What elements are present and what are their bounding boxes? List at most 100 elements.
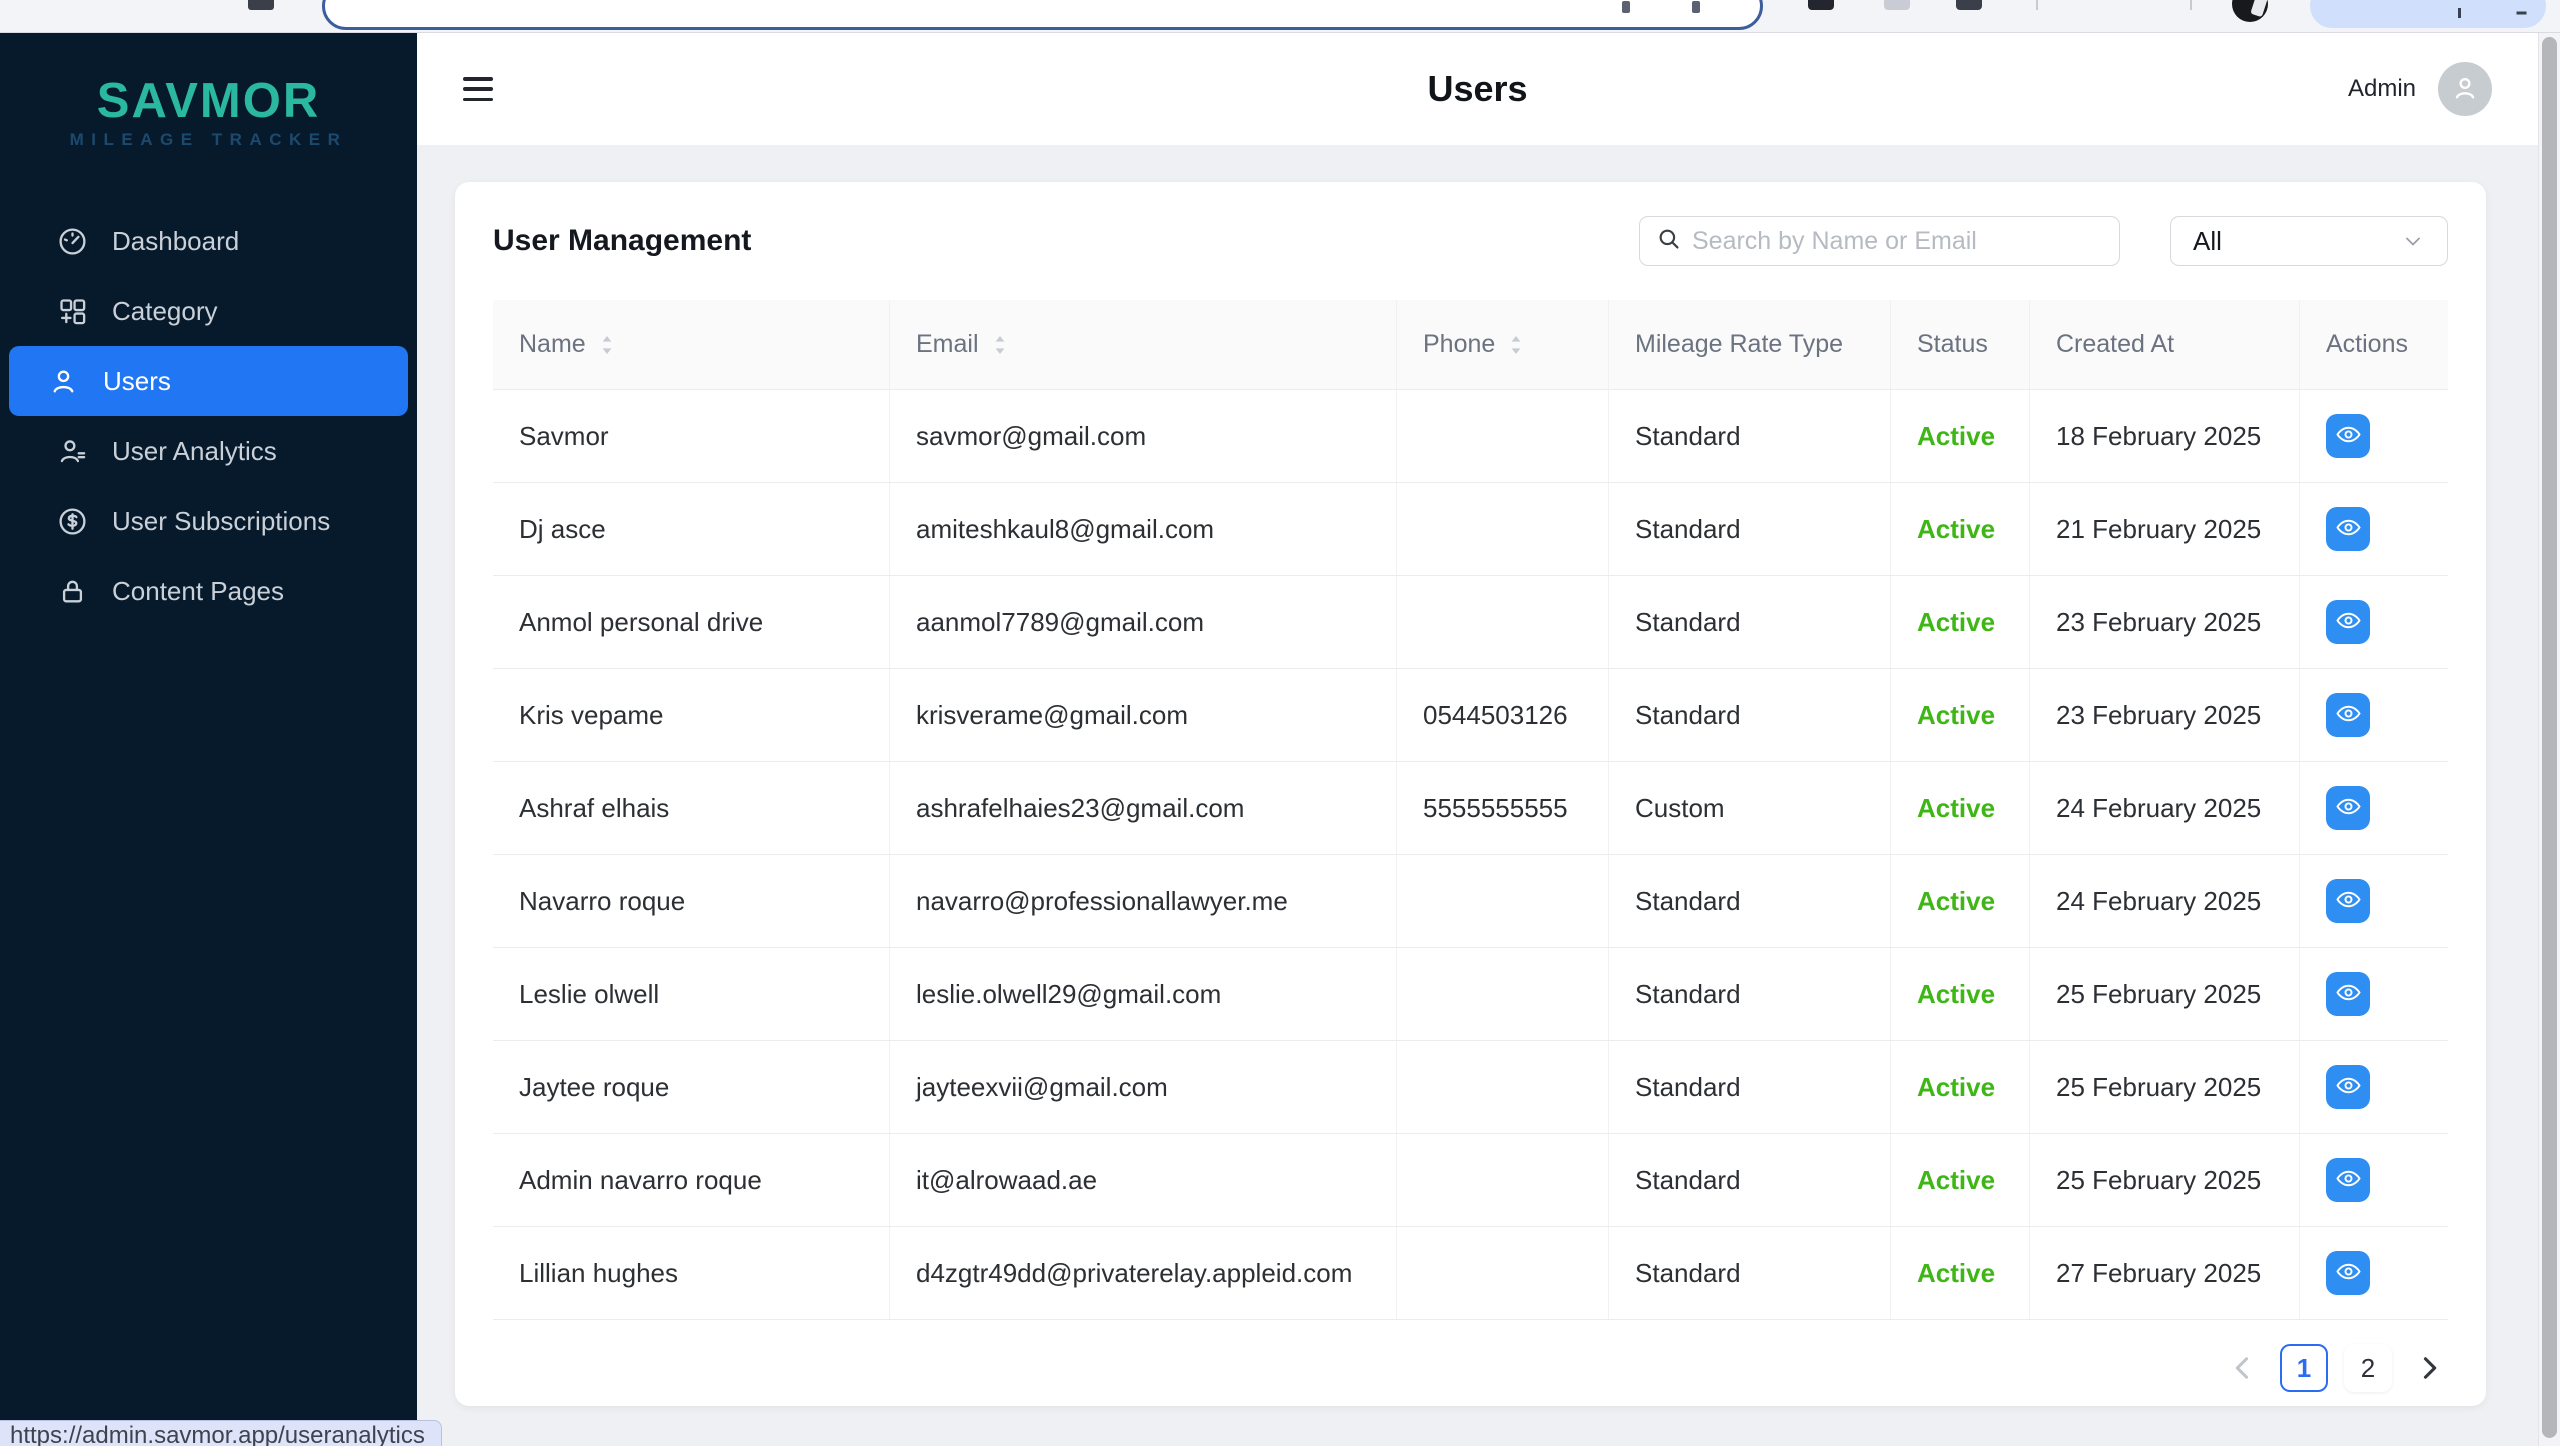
- table-row: Admin navarro roque it@alrowaad.ae Stand…: [493, 1134, 2448, 1227]
- cell-status: Active: [1890, 855, 2029, 947]
- table-row: Navarro roque navarro@professionallawyer…: [493, 855, 2448, 948]
- view-user-button[interactable]: [2326, 600, 2370, 644]
- dollar-circle-icon: [57, 506, 88, 537]
- search-box: [1639, 216, 2120, 266]
- cell-actions: [2299, 1134, 2448, 1226]
- omnibox-icon[interactable]: [1622, 1, 1630, 13]
- view-user-button[interactable]: [2326, 507, 2370, 551]
- column-label: Actions: [2326, 330, 2408, 359]
- table-row: Leslie olwell leslie.olwell29@gmail.com …: [493, 948, 2448, 1041]
- cell-rate-type: Standard: [1608, 855, 1890, 947]
- cell-phone: 5555555555: [1396, 762, 1608, 854]
- column-label: Mileage Rate Type: [1635, 330, 1843, 359]
- cell-status: Active: [1890, 1227, 2029, 1319]
- column-header-phone[interactable]: Phone: [1396, 300, 1608, 389]
- view-user-button[interactable]: [2326, 1251, 2370, 1295]
- cell-status: Active: [1890, 390, 2029, 482]
- view-user-button[interactable]: [2326, 1065, 2370, 1109]
- browser-chrome-bar: [0, 0, 2560, 33]
- cell-phone: [1396, 855, 1608, 947]
- sidebar: SAVMOR MILEAGE TRACKER Dashboard Categor…: [0, 33, 417, 1446]
- user-avatar[interactable]: [2438, 62, 2492, 116]
- scrollbar-thumb[interactable]: [2542, 37, 2557, 1438]
- view-user-button[interactable]: [2326, 879, 2370, 923]
- sidebar-item-users[interactable]: Users: [9, 346, 408, 416]
- cell-created-at: 27 February 2025: [2029, 1227, 2299, 1319]
- view-user-button[interactable]: [2326, 786, 2370, 830]
- cell-email: savmor@gmail.com: [889, 390, 1396, 482]
- cell-rate-type: Standard: [1608, 483, 1890, 575]
- cell-rate-type: Standard: [1608, 1041, 1890, 1133]
- table-row: Ashraf elhais ashrafelhaies23@gmail.com …: [493, 762, 2448, 855]
- cell-actions: [2299, 483, 2448, 575]
- eye-icon: [2335, 607, 2362, 637]
- cell-name: Savmor: [493, 390, 889, 482]
- user-management-card: User Management All Name Email Phone Mil…: [455, 182, 2486, 1406]
- sidebar-item-content-pages[interactable]: Content Pages: [9, 556, 408, 626]
- cell-created-at: 23 February 2025: [2029, 669, 2299, 761]
- cell-created-at: 21 February 2025: [2029, 483, 2299, 575]
- status-filter-select[interactable]: All: [2170, 216, 2448, 266]
- browser-extension-icon[interactable]: [1956, 0, 1982, 10]
- column-label: Name: [519, 330, 586, 359]
- table-row: Lillian hughes d4zgtr49dd@privaterelay.a…: [493, 1227, 2448, 1320]
- pagination: 12: [455, 1320, 2486, 1416]
- column-header-name[interactable]: Name: [493, 300, 889, 389]
- sidebar-item-category[interactable]: Category: [9, 276, 408, 346]
- cell-actions: [2299, 1041, 2448, 1133]
- cell-email: aanmol7789@gmail.com: [889, 576, 1396, 668]
- view-user-button[interactable]: [2326, 693, 2370, 737]
- eye-icon: [2335, 1072, 2362, 1102]
- cell-actions: [2299, 390, 2448, 482]
- cell-email: amiteshkaul8@gmail.com: [889, 483, 1396, 575]
- cell-actions: [2299, 1227, 2448, 1319]
- search-input[interactable]: [1692, 227, 2103, 256]
- cell-created-at: 24 February 2025: [2029, 855, 2299, 947]
- browser-address-bar[interactable]: [322, 0, 1763, 30]
- browser-extension-icon[interactable]: [1808, 0, 1834, 10]
- cell-status: Active: [1890, 483, 2029, 575]
- view-user-button[interactable]: [2326, 972, 2370, 1016]
- column-header-email[interactable]: Email: [889, 300, 1396, 389]
- status-badge: Active: [1917, 514, 1995, 545]
- cell-phone: [1396, 483, 1608, 575]
- sidebar-item-user-subscriptions[interactable]: User Subscriptions: [9, 486, 408, 556]
- view-user-button[interactable]: [2326, 414, 2370, 458]
- logo-title: SAVMOR: [0, 73, 417, 129]
- menu-toggle-button[interactable]: [463, 77, 493, 101]
- table-row: Jaytee roque jayteexvii@gmail.com Standa…: [493, 1041, 2448, 1134]
- logo-subtitle: MILEAGE TRACKER: [0, 130, 417, 150]
- browser-action-button[interactable]: [2310, 0, 2546, 28]
- cell-actions: [2299, 576, 2448, 668]
- browser-extension-icon[interactable]: [1884, 0, 1910, 10]
- column-header-mileage-rate-type: Mileage Rate Type: [1608, 300, 1890, 389]
- browser-tab-fragment[interactable]: [248, 0, 274, 10]
- page-button-2[interactable]: 2: [2344, 1344, 2392, 1392]
- person-icon: [2450, 73, 2480, 106]
- cell-status: Active: [1890, 948, 2029, 1040]
- app-logo: SAVMOR MILEAGE TRACKER: [0, 33, 417, 150]
- prev-page-button[interactable]: [2226, 1351, 2260, 1385]
- cell-email: leslie.olwell29@gmail.com: [889, 948, 1396, 1040]
- cell-status: Active: [1890, 669, 2029, 761]
- browser-profile-avatar[interactable]: [2232, 0, 2268, 22]
- sidebar-item-label: Users: [103, 366, 171, 397]
- vertical-scrollbar[interactable]: [2538, 33, 2560, 1446]
- omnibox-icon[interactable]: [1692, 1, 1700, 13]
- sidebar-item-dashboard[interactable]: Dashboard: [9, 206, 408, 276]
- search-icon: [1656, 226, 1682, 257]
- cell-name: Kris vepame: [493, 669, 889, 761]
- column-header-actions: Actions: [2299, 300, 2448, 389]
- gauge-icon: [57, 226, 88, 257]
- cell-rate-type: Standard: [1608, 669, 1890, 761]
- cell-phone: 0544503126: [1396, 669, 1608, 761]
- eye-icon: [2335, 979, 2362, 1009]
- status-badge: Active: [1917, 886, 1995, 917]
- sidebar-item-label: Category: [112, 296, 218, 327]
- next-page-button[interactable]: [2412, 1351, 2446, 1385]
- browser-toolbar-divider: [2190, 0, 2192, 10]
- page-button-1[interactable]: 1: [2280, 1344, 2328, 1392]
- view-user-button[interactable]: [2326, 1158, 2370, 1202]
- cell-name: Leslie olwell: [493, 948, 889, 1040]
- sidebar-item-user-analytics[interactable]: User Analytics: [9, 416, 408, 486]
